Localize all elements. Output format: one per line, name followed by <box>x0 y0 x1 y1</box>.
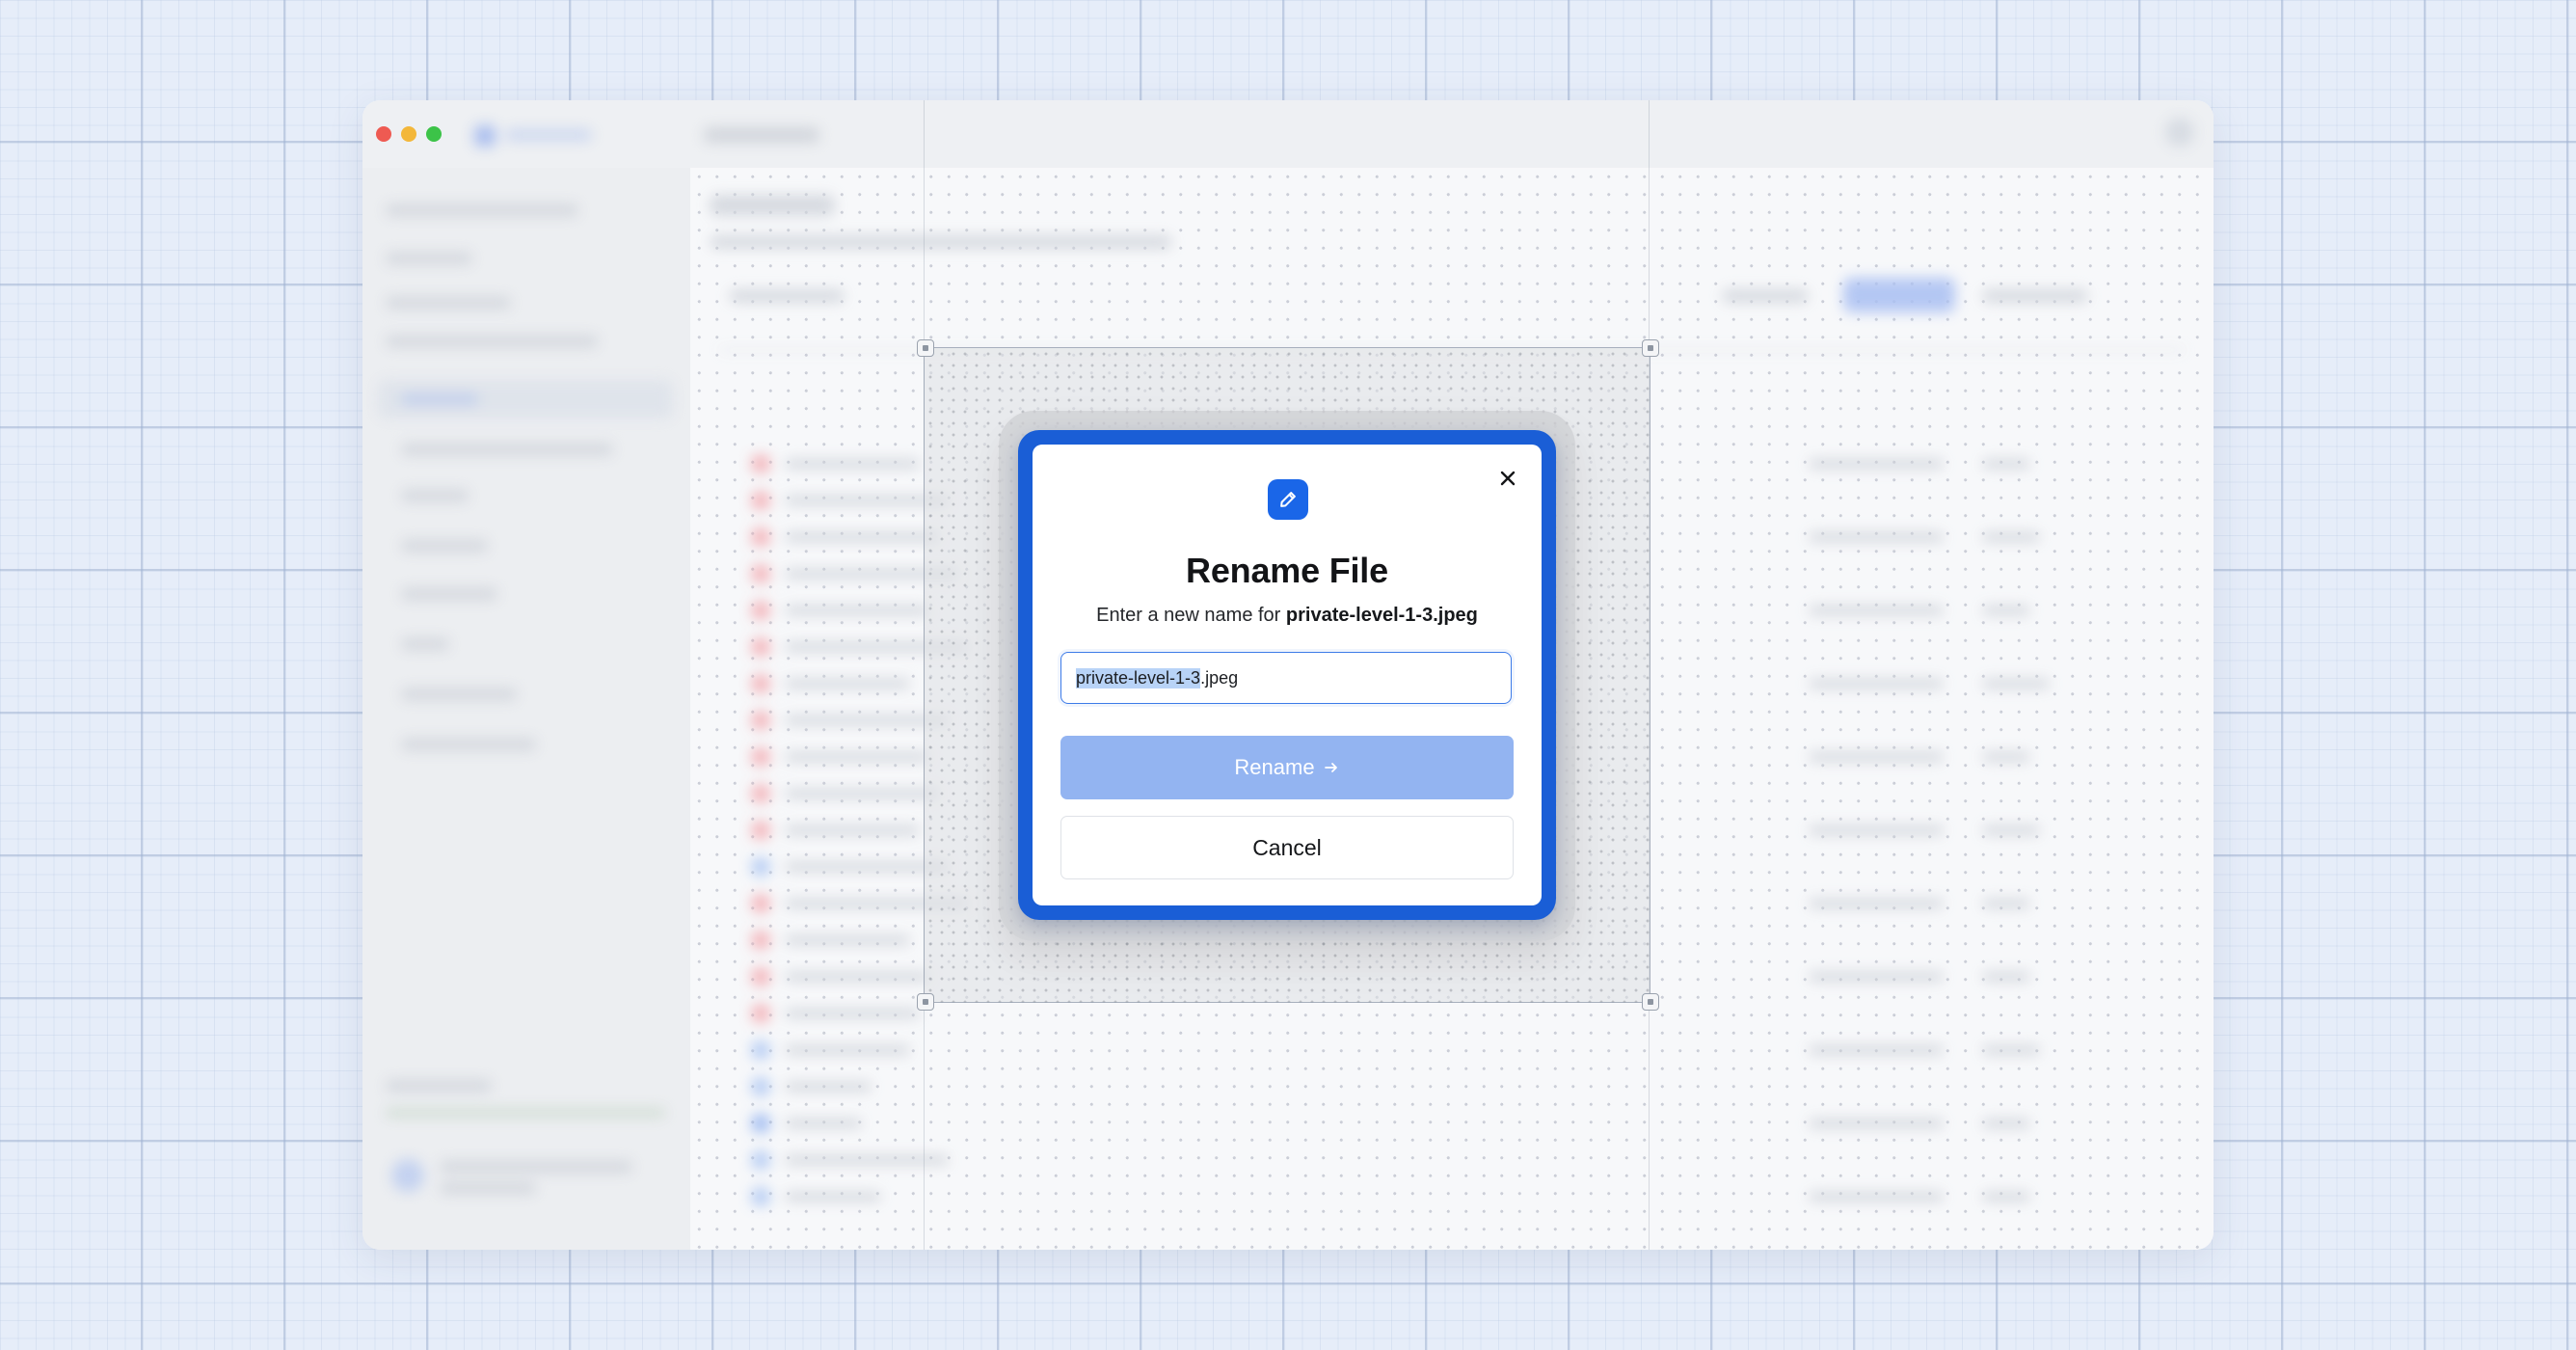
rename-button-label: Rename <box>1234 755 1315 779</box>
close-button[interactable] <box>1495 466 1520 491</box>
sidebar <box>362 168 690 1250</box>
rename-file-dialog: Rename File Enter a new name for private… <box>1033 445 1542 905</box>
pencil-icon <box>1268 479 1308 520</box>
input-selected-text: private-level-1-3 <box>1076 667 1201 688</box>
avatar <box>2165 118 2194 147</box>
title-bar <box>362 100 2214 168</box>
cancel-button-label: Cancel <box>1252 834 1322 860</box>
dialog-subtitle: Enter a new name for private-level-1-3.j… <box>1033 605 1542 627</box>
window-maximize-button[interactable] <box>426 126 442 142</box>
close-icon <box>1500 471 1516 486</box>
breadcrumb-placeholder <box>704 127 819 143</box>
cancel-button[interactable]: Cancel <box>1060 816 1514 879</box>
app-title-placeholder <box>505 129 592 141</box>
resize-handle-top-right[interactable] <box>1642 339 1659 357</box>
input-extension-text: .jpeg <box>1200 667 1239 688</box>
app-logo-icon <box>474 125 496 147</box>
resize-handle-bottom-right[interactable] <box>1642 993 1659 1011</box>
window-close-button[interactable] <box>376 126 391 142</box>
window-minimize-button[interactable] <box>401 126 416 142</box>
arrow-right-icon <box>1324 763 1337 772</box>
resize-handle-top-left[interactable] <box>917 339 934 357</box>
rename-button[interactable]: Rename <box>1060 736 1514 799</box>
current-file-name: private-level-1-3.jpeg <box>1285 605 1478 626</box>
subtitle-prefix: Enter a new name for <box>1096 605 1286 626</box>
resize-handle-bottom-left[interactable] <box>917 993 934 1011</box>
file-name-input[interactable]: private-level-1-3 .jpeg <box>1060 652 1512 704</box>
dialog-title: Rename File <box>1186 551 1388 590</box>
